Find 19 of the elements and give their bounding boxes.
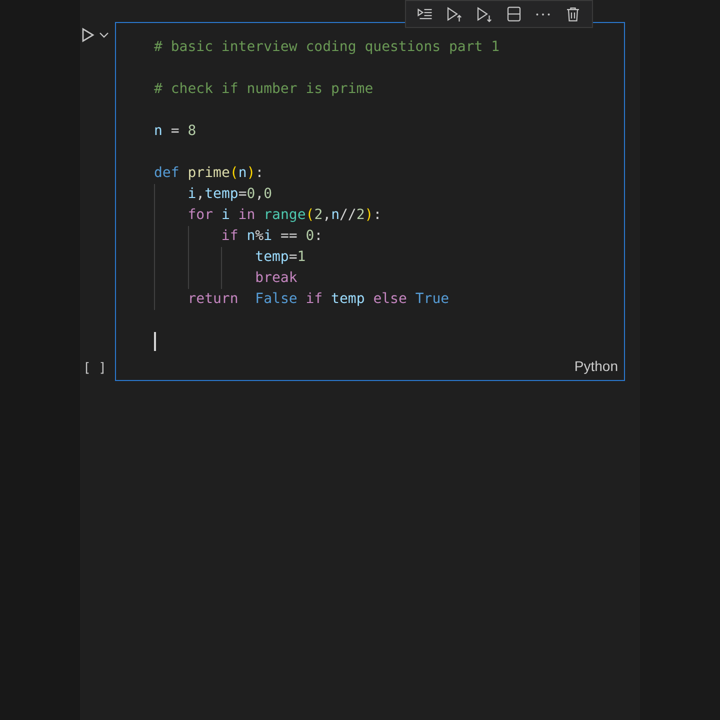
code-line: temp=1 xyxy=(254,249,306,265)
code-line: for i in range(2,n//2): xyxy=(186,207,382,223)
more-icon xyxy=(536,12,550,16)
run-above-icon xyxy=(445,5,464,23)
run-below-icon xyxy=(475,5,494,23)
code-line: break xyxy=(254,270,298,286)
code-line: return False if temp else True xyxy=(186,291,450,307)
execution-count: [ ] xyxy=(82,360,108,378)
run-cell-icon[interactable] xyxy=(81,27,95,43)
code-line: n = 8 xyxy=(154,123,196,139)
code-cell[interactable]: # basic interview coding questions part 1 # check if number is prime n = 8 def prime(n): i,temp=0,0 for i in range(2,n//2): if n%i == 0: temp=1 break return False if temp else True Python xyxy=(115,22,625,381)
language-label[interactable]: Python xyxy=(574,356,618,377)
code-line: def prime(n): xyxy=(154,165,264,181)
code-line: # basic interview coding questions part 1 xyxy=(154,39,500,55)
code-line: i,temp=0,0 xyxy=(186,186,272,202)
code-line: # check if number is prime xyxy=(154,81,374,97)
split-cell-icon xyxy=(504,5,523,23)
chevron-down-icon[interactable] xyxy=(99,31,109,39)
code-line: if n%i == 0: xyxy=(220,228,323,244)
